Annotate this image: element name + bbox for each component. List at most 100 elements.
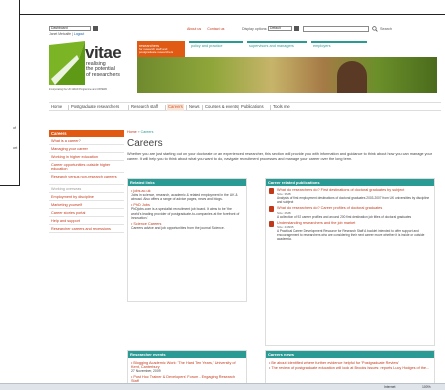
breadcrumb-separator: »	[137, 130, 140, 134]
nav-courses-events[interactable]: Courses & events	[205, 104, 238, 111]
nav-tools-me[interactable]: Tools me	[273, 104, 290, 111]
news-title[interactable]: The review of postgraduate education wil…	[271, 366, 429, 370]
sidebar-item-career-opportunities[interactable]: Career opportunities outside higher educ…	[49, 161, 124, 173]
nav-divider	[165, 105, 166, 110]
nav-divider	[128, 105, 129, 110]
background-text: of	[13, 126, 16, 130]
vitae-careers-page: Dashboard Janet Metcalfe | Logout About …	[49, 26, 441, 390]
main-navigation: Home Postgraduate researchers Research s…	[49, 102, 441, 111]
related-link-desc: PhDjobs.com is a specialist recruitment …	[131, 207, 240, 220]
related-link-desc: Jobs in science, research, academic & re…	[131, 193, 238, 202]
sidebar-item-employment-by-discipline[interactable]: Employment by discipline	[49, 193, 124, 201]
user-line: Janet Metcalfe | Logout	[49, 32, 85, 36]
nav-postgraduate-researchers[interactable]: Postgraduate researchers	[71, 104, 119, 111]
search-label: Search	[380, 27, 393, 31]
careers-sidebar: Careers What is a career? Managing your …	[49, 130, 124, 233]
about-us-link[interactable]: About us	[187, 27, 201, 31]
tab-policy-and-practice[interactable]: policy and practice	[189, 41, 243, 57]
breadcrumb: Home » Careers	[127, 130, 439, 134]
tab-label: supervisors and managers	[249, 44, 294, 48]
news-link[interactable]: • Be about identified where further evid…	[269, 361, 431, 365]
sidebar-item-marketing-yourself[interactable]: Marketing yourself	[49, 201, 124, 209]
zoom-level[interactable]: 100%	[422, 385, 431, 389]
site-header: vitae realising the potential of researc…	[49, 41, 441, 99]
display-options-label: Display options:	[242, 27, 268, 31]
nav-careers[interactable]: Careers	[167, 104, 184, 111]
sidebar-item-what-is-a-career[interactable]: What is a career?	[49, 137, 124, 145]
background-text: ort	[13, 146, 18, 150]
logo-footer: Incorporating the UK GRAD Programme and …	[49, 88, 108, 91]
nav-divider	[202, 105, 203, 110]
hero-person-photo	[337, 61, 367, 93]
event-title[interactable]: Post Hoc Trainer & Developers' Forum - E…	[131, 375, 235, 383]
display-options-select[interactable]: Default	[268, 26, 292, 31]
dashboard-go-button[interactable]	[93, 26, 98, 31]
intro-paragraph: Whether you are just starting out on you…	[127, 152, 432, 162]
nav-divider	[238, 105, 239, 110]
tab-researchers[interactable]: researchers for research staff and postg…	[137, 41, 185, 57]
sidebar-item-working-overseas[interactable]: Working overseas	[49, 185, 124, 193]
dashboard-select[interactable]: Dashboard	[49, 26, 91, 31]
nav-divider	[68, 105, 69, 110]
logout-link[interactable]: Logout	[74, 32, 84, 36]
breadcrumb-home-link[interactable]: Home	[127, 130, 137, 134]
publication-item[interactable]: Understanding researchers and the job ma…	[269, 220, 431, 241]
pdf-icon	[269, 220, 274, 227]
tab-supervisors-and-managers[interactable]: supervisors and managers	[247, 41, 307, 57]
sidebar-heading: Careers	[49, 130, 124, 137]
nav-publications[interactable]: Publications	[241, 104, 264, 111]
security-zone-label: Internet	[384, 385, 396, 389]
search-input[interactable]	[303, 26, 369, 32]
publication-desc: Analysis of first employment destination…	[277, 196, 430, 205]
news-title[interactable]: Be about identified where further eviden…	[271, 361, 398, 365]
logo-tagline: realising the potential of researchers	[86, 61, 120, 78]
breadcrumb-current: Careers	[140, 130, 154, 134]
sidebar-item-research-vs-non-research[interactable]: Research versus non-research careers	[49, 173, 124, 185]
page-title: Careers	[127, 138, 163, 149]
audience-tabs: researchers for research staff and postg…	[137, 41, 375, 57]
nav-divider	[270, 105, 271, 110]
pdf-icon	[269, 206, 274, 213]
vitae-logo-mark-icon	[49, 41, 85, 85]
search-icon[interactable]	[372, 26, 378, 32]
sidebar-item-help-and-support[interactable]: Help and support	[49, 217, 124, 225]
tab-label: policy and practice	[191, 44, 223, 48]
browser-status-bar: Internet 100%	[0, 383, 445, 390]
sidebar-item-working-in-higher-education[interactable]: Working in higher education	[49, 153, 124, 161]
publication-item[interactable]: What do researchers do? First destinatio…	[269, 188, 431, 204]
news-link[interactable]: • The review of postgraduate education w…	[269, 366, 431, 370]
nav-divider	[186, 105, 187, 110]
tab-label: employers	[313, 44, 331, 48]
event-date: 27 November, 2009	[131, 369, 161, 373]
background-window-frame	[19, 0, 445, 15]
related-link-desc: Careers advice and job opportunities fro…	[131, 226, 225, 231]
user-name: Janet Metcalfe	[49, 32, 72, 36]
sidebar-item-careers-and-recessions[interactable]: Researcher careers and recessions	[49, 225, 124, 233]
utility-links: About us Contact us	[187, 27, 229, 31]
career-publications-box: Career related publications What do rese…	[265, 178, 435, 346]
related-links-heading: Related links	[128, 179, 246, 186]
utility-bar: Dashboard Janet Metcalfe | Logout About …	[49, 26, 441, 40]
vitae-logo[interactable]: vitae realising the potential of researc…	[49, 41, 137, 93]
event-title[interactable]: Blogging Academic Work: 'The Hard Ten Ye…	[131, 361, 236, 369]
event-link[interactable]: • Blogging Academic Work: 'The Hard Ten …	[131, 361, 243, 369]
publication-item[interactable]: What do researchers do? Career profiles …	[269, 206, 431, 219]
related-links-box: Related links • jobs.ac.uk Jobs in scien…	[127, 178, 247, 302]
display-go-button[interactable]	[294, 26, 299, 31]
researcher-events-heading: Researcher events	[128, 351, 246, 358]
careers-news-heading: Careers news	[266, 351, 434, 358]
sidebar-item-career-stories-portal[interactable]: Career stories portal	[49, 209, 124, 217]
event-link[interactable]: • Post Hoc Trainer & Developers' Forum -…	[131, 375, 243, 383]
nav-home[interactable]: Home	[51, 104, 62, 111]
contact-us-link[interactable]: Contact us	[207, 27, 224, 31]
tab-sub: for research staff and postgraduate rese…	[139, 47, 174, 55]
nav-news[interactable]: News	[189, 104, 199, 111]
hero-banner-image	[137, 57, 437, 93]
background-window-frame: of ort	[0, 0, 20, 186]
pdf-icon	[269, 188, 274, 194]
nav-research-staff[interactable]: Research staff	[131, 104, 158, 111]
main-content: Home » Careers Careers Whether you are j…	[127, 130, 439, 390]
sidebar-item-managing-your-career[interactable]: Managing your career	[49, 145, 124, 153]
tab-employers[interactable]: employers	[311, 41, 367, 57]
career-publications-heading: Career related publications	[266, 179, 434, 186]
